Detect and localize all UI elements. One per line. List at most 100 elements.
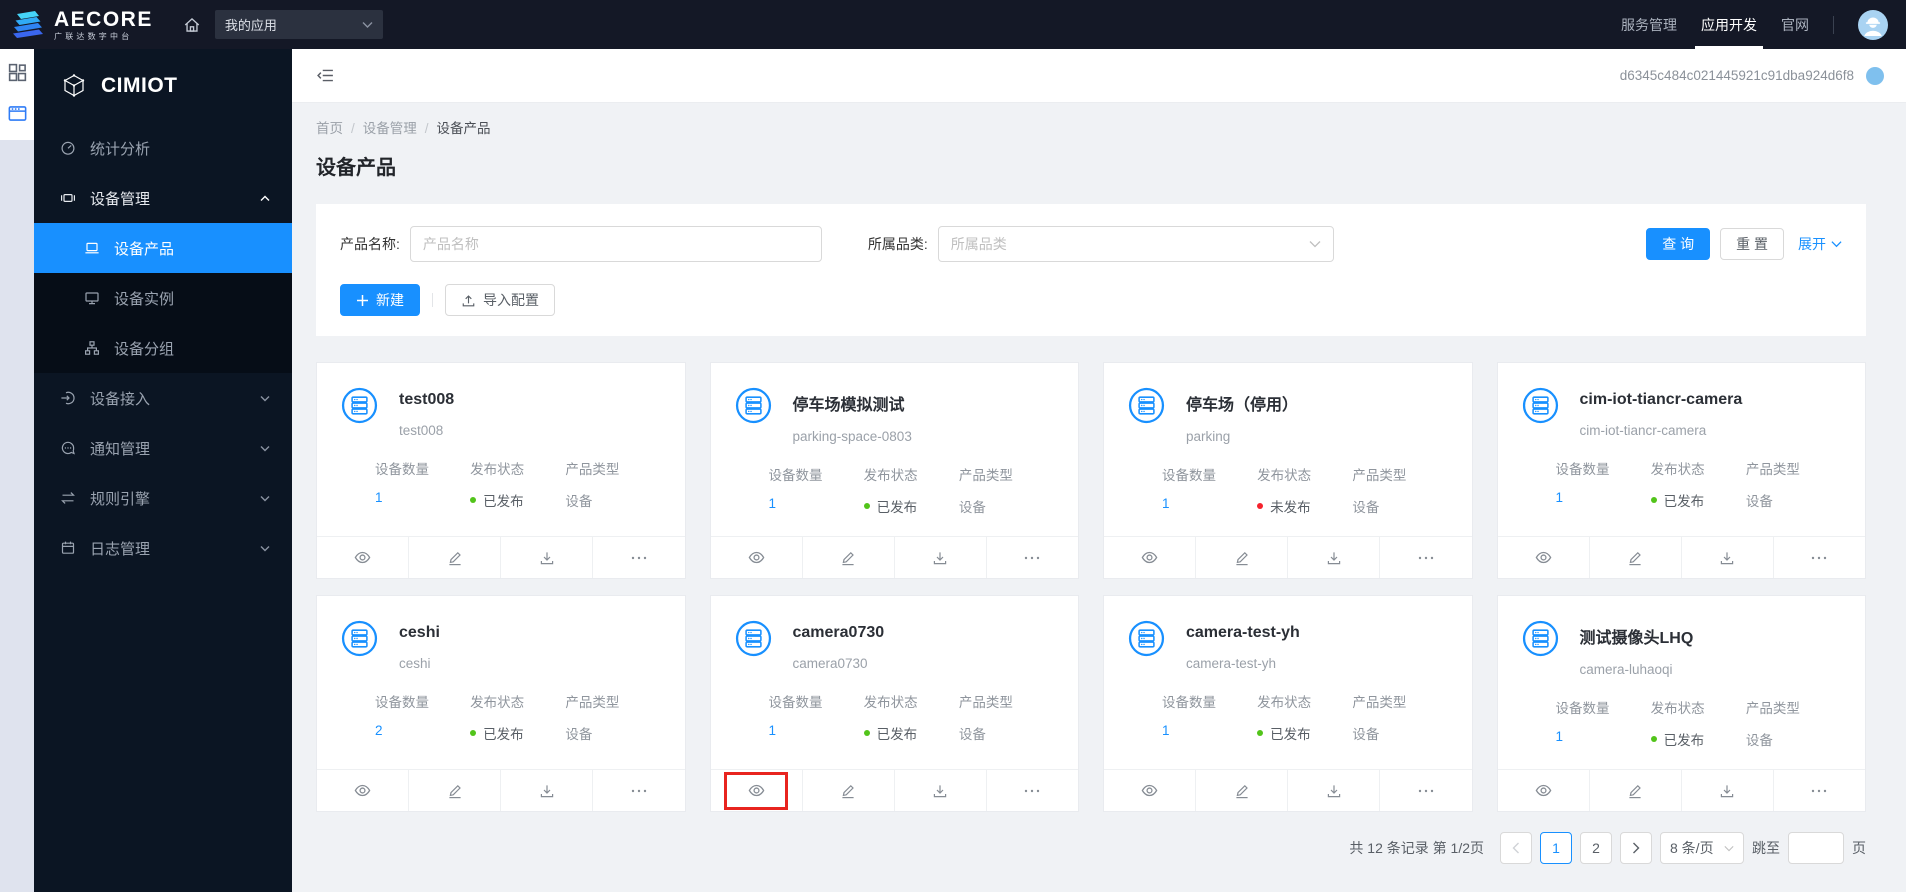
prev-page-button[interactable] — [1500, 832, 1532, 864]
edit-button[interactable] — [408, 770, 500, 811]
page-size-select[interactable]: 8 条/页 — [1660, 832, 1744, 864]
download-icon — [932, 550, 948, 566]
breadcrumb-device-management[interactable]: 设备管理 — [363, 121, 417, 136]
device-count-value[interactable]: 1 — [1162, 496, 1257, 511]
reset-button[interactable]: 重 置 — [1720, 228, 1784, 260]
view-button[interactable] — [1498, 537, 1589, 578]
view-button[interactable] — [317, 770, 408, 811]
download-button[interactable] — [893, 770, 986, 811]
apps-icon[interactable] — [7, 62, 28, 83]
eye-icon — [748, 549, 765, 566]
more-button[interactable] — [985, 770, 1078, 811]
window-icon[interactable] — [7, 103, 28, 124]
sidebar-item-log-management[interactable]: 日志管理 — [34, 523, 292, 573]
sidebar: CIMIOT 统计分析 设备管理 设备产品 设备实例 设备分组 设备接入 通知管… — [34, 49, 292, 892]
device-count-value[interactable]: 1 — [1162, 723, 1257, 738]
edit-button[interactable] — [1195, 770, 1287, 811]
expand-link[interactable]: 展开 — [1798, 234, 1842, 254]
view-button[interactable] — [711, 537, 802, 578]
menu-fold-icon[interactable] — [316, 66, 335, 85]
publish-status-value: 已发布 — [1650, 729, 1746, 749]
product-card: test008 test008 设备数量 1 发布状态 已发布 产品类型 设备 — [316, 362, 686, 579]
more-button[interactable] — [1379, 770, 1471, 811]
stat-label-publish-status: 发布状态 — [1257, 695, 1312, 710]
download-button[interactable] — [893, 537, 986, 578]
stat-label-product-type: 产品类型 — [1352, 468, 1407, 483]
view-button[interactable] — [1104, 770, 1195, 811]
download-button[interactable] — [1680, 537, 1773, 578]
user-status-dot[interactable] — [1866, 66, 1884, 85]
cimiot-brand[interactable]: CIMIOT — [34, 49, 292, 123]
device-count-value[interactable]: 1 — [375, 490, 470, 505]
more-button[interactable] — [1772, 537, 1865, 578]
device-count-value[interactable]: 1 — [1556, 490, 1651, 505]
product-title: camera-test-yh — [1186, 624, 1300, 641]
device-count-value[interactable]: 2 — [375, 723, 470, 738]
product-card: camera-test-yh camera-test-yh 设备数量 1 发布状… — [1103, 595, 1473, 812]
edit-button[interactable] — [801, 770, 894, 811]
sidebar-item-rule-engine[interactable]: 规则引擎 — [34, 473, 292, 523]
app-select[interactable]: 我的应用 — [214, 10, 383, 39]
edit-button[interactable] — [1195, 537, 1287, 578]
sidebar-item-statistics[interactable]: 统计分析 — [34, 123, 292, 173]
sidebar-item-device-products[interactable]: 设备产品 — [34, 223, 292, 273]
download-button[interactable] — [500, 537, 592, 578]
breadcrumb-home[interactable]: 首页 — [316, 121, 343, 136]
search-button[interactable]: 查 询 — [1646, 228, 1711, 260]
chevron-down-icon — [260, 395, 270, 402]
device-count-value[interactable]: 1 — [769, 496, 864, 511]
page-button-2[interactable]: 2 — [1580, 832, 1612, 864]
stat-label-publish-status: 发布状态 — [470, 695, 525, 710]
create-button[interactable]: 新建 — [340, 284, 420, 316]
download-button[interactable] — [1287, 537, 1379, 578]
view-button[interactable] — [1498, 770, 1589, 811]
product-name-input[interactable] — [409, 226, 822, 262]
device-count-value[interactable]: 1 — [769, 723, 864, 738]
product-code: camera-luhaoqi — [1579, 662, 1673, 677]
topbar-link-official-site[interactable]: 官网 — [1781, 0, 1809, 49]
view-button[interactable] — [711, 770, 802, 811]
product-type-value: 设备 — [958, 727, 986, 742]
import-config-button[interactable]: 导入配置 — [445, 284, 555, 316]
edit-button[interactable] — [801, 537, 894, 578]
view-button[interactable] — [1104, 537, 1195, 578]
stat-label-product-type: 产品类型 — [1352, 695, 1407, 710]
device-count-value[interactable]: 1 — [1556, 729, 1651, 744]
stat-label-product-type: 产品类型 — [1745, 701, 1800, 716]
stat-label-product-type: 产品类型 — [1745, 462, 1800, 477]
topbar-link-app-development[interactable]: 应用开发 — [1695, 0, 1763, 49]
edit-icon — [840, 783, 856, 799]
home-icon[interactable] — [183, 16, 201, 34]
more-button[interactable] — [1379, 537, 1471, 578]
product-card: cim-iot-tiancr-camera cim-iot-tiancr-cam… — [1496, 362, 1866, 579]
more-button[interactable] — [592, 537, 684, 578]
edit-button[interactable] — [408, 537, 500, 578]
sidebar-item-device-access[interactable]: 设备接入 — [34, 373, 292, 423]
chevron-down-icon — [260, 445, 270, 452]
sidebar-item-device-groups[interactable]: 设备分组 — [34, 323, 292, 373]
more-button[interactable] — [985, 537, 1078, 578]
download-button[interactable] — [1680, 770, 1773, 811]
download-icon — [932, 783, 948, 799]
chevron-down-icon — [1309, 240, 1321, 248]
jump-page-input[interactable] — [1788, 832, 1844, 864]
stat-label-device-count: 设备数量 — [375, 695, 429, 710]
category-label: 所属品类: — [867, 236, 928, 252]
edit-button[interactable] — [1588, 770, 1681, 811]
topbar-link-service-management[interactable]: 服务管理 — [1621, 0, 1677, 49]
more-button[interactable] — [592, 770, 684, 811]
edit-button[interactable] — [1588, 537, 1681, 578]
sidebar-item-notification-management[interactable]: 通知管理 — [34, 423, 292, 473]
category-select[interactable]: 所属品类 — [937, 226, 1334, 262]
aecore-logo[interactable]: AECORE 广联达数字中台 — [10, 9, 153, 41]
next-page-button[interactable] — [1620, 832, 1652, 864]
more-button[interactable] — [1772, 770, 1865, 811]
download-button[interactable] — [1287, 770, 1379, 811]
page-button-1[interactable]: 1 — [1540, 832, 1572, 864]
view-button[interactable] — [317, 537, 408, 578]
sidebar-item-device-management[interactable]: 设备管理 — [34, 173, 292, 223]
user-avatar[interactable] — [1858, 9, 1888, 40]
sidebar-item-device-instances[interactable]: 设备实例 — [34, 273, 292, 323]
download-button[interactable] — [500, 770, 592, 811]
sidebar-item-label: 日志管理 — [90, 540, 151, 558]
